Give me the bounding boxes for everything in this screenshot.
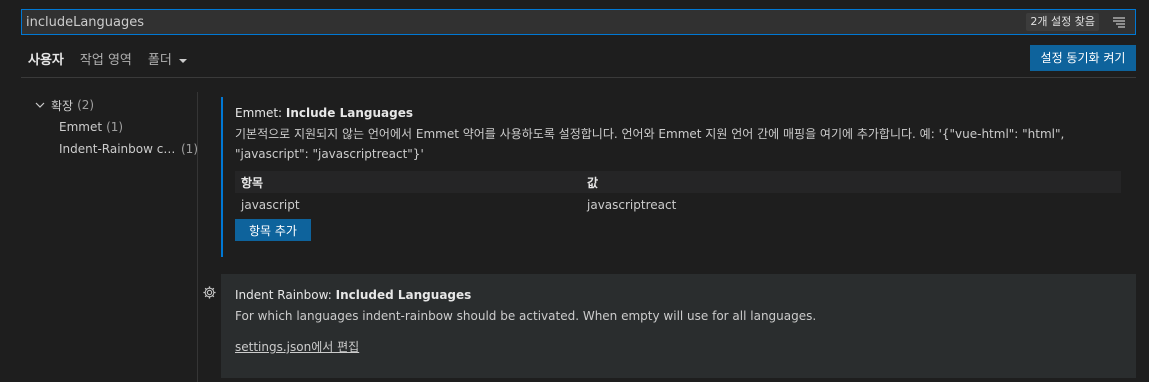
toc-item-emmet[interactable]: Emmet (1) — [28, 116, 198, 138]
toc-item-count: (2) — [77, 98, 95, 112]
settings-scope-tabs: 사용자 작업 영역 폴더 — [28, 52, 188, 70]
setting-description: 기본적으로 지원되지 않는 언어에서 Emmet 약어를 사용하도록 설정합니다… — [235, 127, 1065, 161]
settings-search-box[interactable]: 2개 설정 찾음 — [21, 9, 1136, 35]
setting-category: Indent Rainbow: — [235, 288, 336, 302]
setting-indent-rainbow-included-languages: Indent Rainbow: Included Languages For w… — [221, 274, 1136, 378]
key-value-table: 항목 값 javascript javascriptreact — [235, 171, 1121, 217]
gear-icon[interactable] — [202, 285, 217, 300]
column-header-value: 값 — [587, 175, 599, 190]
toc-divider — [197, 92, 198, 382]
table-header: 항목 값 — [235, 171, 1121, 193]
tab-folder-label: 폴더 — [147, 53, 172, 68]
tab-workspace[interactable]: 작업 영역 — [80, 52, 132, 70]
tab-user[interactable]: 사용자 — [28, 52, 64, 70]
tabs-divider — [21, 77, 1136, 78]
setting-name: Included Languages — [335, 288, 472, 302]
setting-name: Include Languages — [285, 106, 413, 120]
table-cell-value: javascriptreact — [587, 198, 677, 212]
edit-in-settings-json-link[interactable]: settings.json에서 편집 — [235, 338, 359, 355]
setting-title: Indent Rainbow: Included Languages — [235, 288, 1136, 302]
chevron-down-icon — [178, 59, 187, 63]
toc-item-label: Indent-Rainbow co... — [59, 142, 177, 156]
settings-sync-button[interactable]: 설정 동기화 켜기 — [1030, 45, 1136, 71]
setting-category: Emmet: — [235, 106, 286, 120]
tab-folder[interactable]: 폴더 — [148, 52, 188, 70]
setting-description: For which languages indent-rainbow shoul… — [235, 309, 817, 323]
settings-toc: 확장 (2) Emmet (1) Indent-Rainbow co... (1… — [28, 94, 198, 160]
settings-search-input[interactable] — [26, 13, 926, 31]
search-result-count-badge: 2개 설정 찾음 — [1026, 13, 1099, 31]
toc-item-extensions[interactable]: 확장 (2) — [28, 94, 198, 116]
table-cell-item: javascript — [241, 198, 300, 212]
column-header-item: 항목 — [241, 175, 264, 190]
filter-list-icon[interactable] — [1111, 14, 1127, 30]
toc-item-indent-rainbow[interactable]: Indent-Rainbow co... (1) — [28, 138, 198, 160]
toc-item-count: (1) — [106, 120, 124, 134]
toc-item-count: (1) — [181, 142, 198, 156]
chevron-down-icon — [35, 102, 45, 108]
toc-item-label: 확장 — [51, 98, 74, 113]
setting-emmet-include-languages: Emmet: Include Languages 기본적으로 지원되지 않는 언… — [221, 97, 1136, 257]
table-row[interactable]: javascript javascriptreact — [235, 193, 1121, 217]
toc-item-label: Emmet — [59, 120, 103, 134]
add-item-button[interactable]: 항목 추가 — [235, 219, 311, 241]
setting-title: Emmet: Include Languages — [235, 106, 1136, 120]
